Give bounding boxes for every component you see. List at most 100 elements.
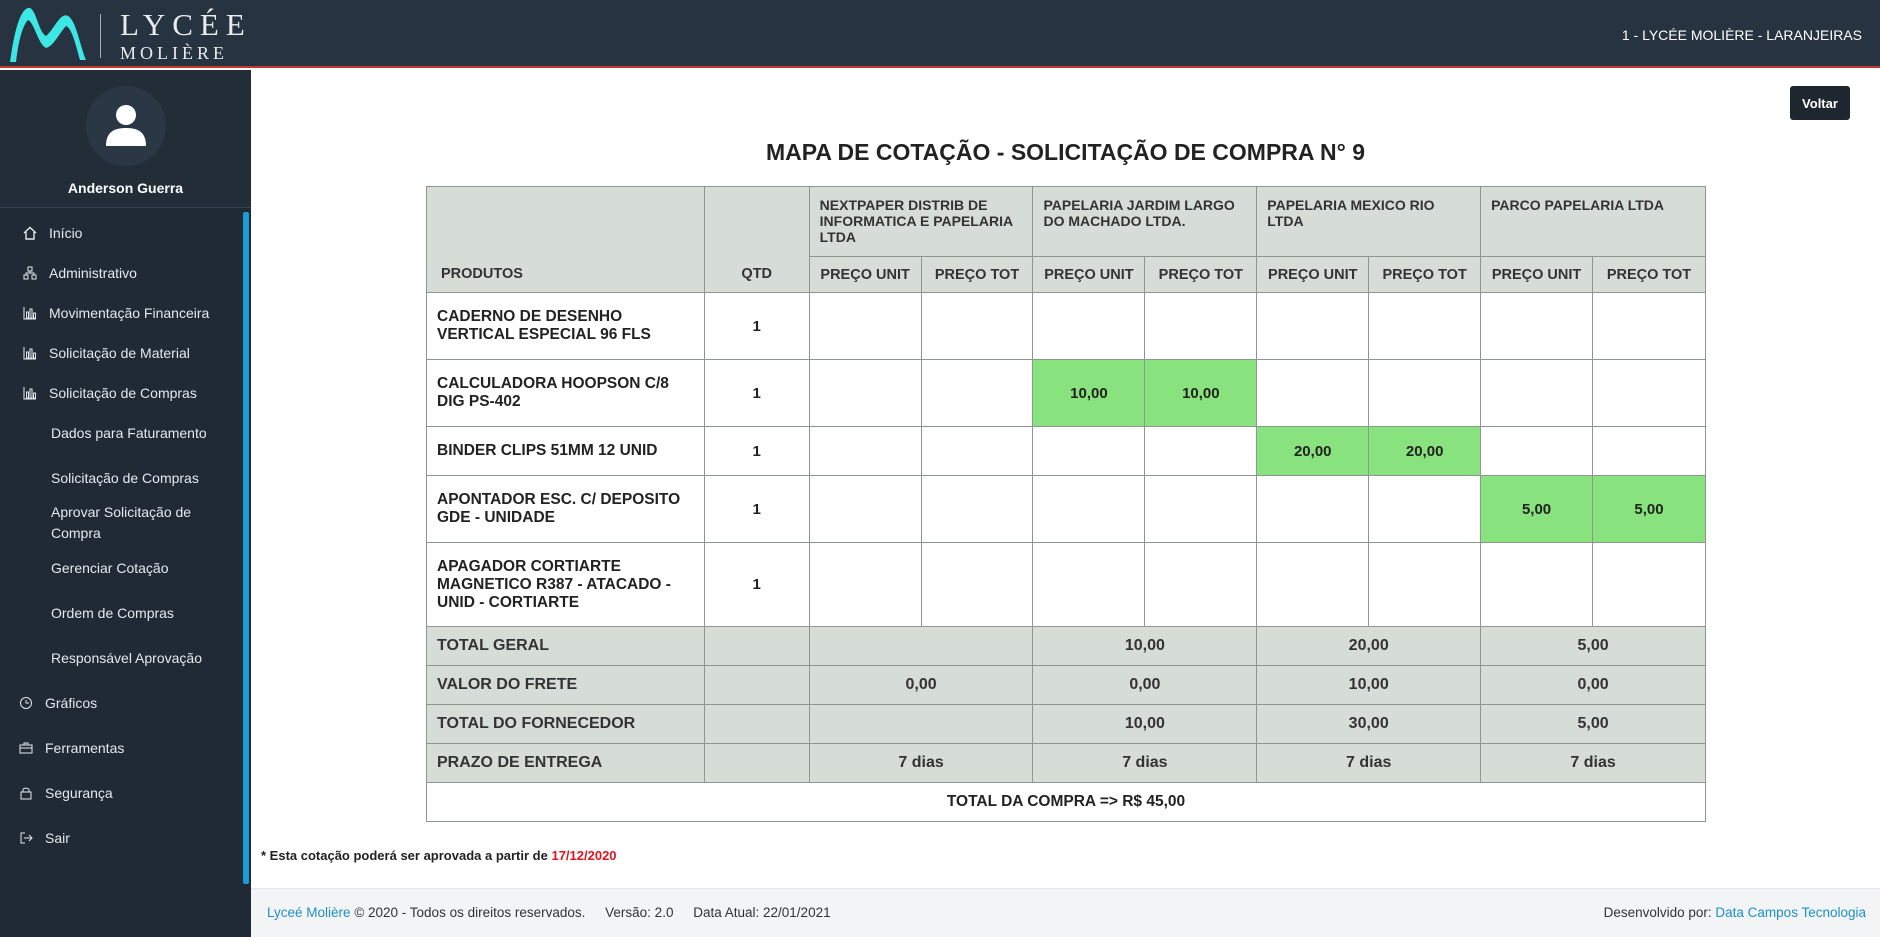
header-preco-tot: PREÇO TOT <box>920 256 1034 293</box>
home-icon <box>20 226 40 240</box>
sidebar-item-inicio[interactable]: Início <box>0 213 240 253</box>
developer-prefix: Desenvolvido por: <box>1603 905 1712 920</box>
price-cell <box>1144 426 1258 476</box>
back-button[interactable]: Voltar <box>1790 86 1850 120</box>
sidebar-item-label: Aprovar Solicitação de Compra <box>51 504 192 541</box>
supplier-header: NEXTPAPER DISTRIB DE INFORMATICA E PAPEL… <box>808 186 1034 257</box>
header-preco-unit: PREÇO UNIT <box>808 256 922 293</box>
summary-value: 7 dias <box>1032 743 1258 783</box>
price-cell <box>1592 359 1706 427</box>
sidebar-scrollbar[interactable] <box>243 212 249 884</box>
sidebar-item-label: Solicitação de Compras <box>49 385 197 401</box>
price-cell <box>1480 359 1594 427</box>
price-cell <box>1032 292 1146 360</box>
sidebar-item-label: Responsável Aprovação <box>51 649 202 666</box>
sign-out-icon <box>16 831 36 845</box>
supplier-header: PAPELARIA MEXICO RIO LTDA <box>1256 186 1482 257</box>
price-cell <box>1144 292 1258 360</box>
product-qty: 1 <box>703 292 810 360</box>
price-cell <box>1480 292 1594 360</box>
product-qty: 1 <box>703 542 810 627</box>
price-cell <box>1368 292 1482 360</box>
product-name: APAGADOR CORTIARTE MAGNETICO R387 - ATAC… <box>426 542 705 627</box>
summary-value: 7 dias <box>1256 743 1482 783</box>
sidebar-subitem-responsavel-aprovacao[interactable]: Responsável Aprovação <box>0 638 240 678</box>
copyright: © 2020 - Todos os direitos reservados. <box>354 905 586 920</box>
sidebar-subitem-dados-faturamento[interactable]: Dados para Faturamento <box>0 413 240 453</box>
header-preco-tot: PREÇO TOT <box>1592 256 1706 293</box>
brand-link[interactable]: Lyceé Molière <box>267 905 351 920</box>
sidebar-item-label: Ordem de Compras <box>51 604 174 621</box>
table-row: CADERNO DE DESENHO VERTICAL ESPECIAL 96 … <box>426 292 1706 360</box>
price-cell <box>920 475 1034 543</box>
price-cell <box>808 426 922 476</box>
sidebar: Anderson Guerra Início Administrativo Mo… <box>0 70 251 937</box>
price-cell <box>1032 475 1146 543</box>
product-qty: 1 <box>703 359 810 427</box>
summary-value: 5,00 <box>1480 704 1706 744</box>
product-name: APONTADOR ESC. C/ DEPOSITO GDE - UNIDADE <box>426 475 705 543</box>
table-row: APONTADOR ESC. C/ DEPOSITO GDE - UNIDADE… <box>426 475 1706 543</box>
sidebar-item-label: Solicitação de Compras <box>51 469 199 486</box>
price-cell <box>1592 426 1706 476</box>
sidebar-item-label: Ferramentas <box>45 740 125 756</box>
top-bar: LYCÉE MOLIÈRE 1 - LYCÉE MOLIÈRE - LARANJ… <box>0 0 1880 68</box>
price-cell <box>920 359 1034 427</box>
price-cell <box>1032 426 1146 476</box>
price-cell <box>1256 542 1370 627</box>
sidebar-item-sair[interactable]: Sair <box>0 818 240 858</box>
price-cell <box>1256 359 1370 427</box>
logo-text: LYCÉE MOLIÈRE <box>120 8 252 64</box>
sidebar-item-administrativo[interactable]: Administrativo <box>0 253 240 293</box>
header-preco-unit: PREÇO UNIT <box>1032 256 1146 293</box>
avatar <box>86 86 166 166</box>
best-price-cell: 10,00 <box>1032 359 1146 427</box>
sidebar-item-graficos[interactable]: Gráficos <box>0 683 240 723</box>
sidebar-subitem-aprovar-solicitacao[interactable]: Aprovar Solicitação de Compra <box>0 498 210 548</box>
briefcase-icon <box>16 741 36 755</box>
summary-value: 0,00 <box>808 665 1034 705</box>
footer-right: Desenvolvido por: Data Campos Tecnologia <box>1604 905 1866 920</box>
summary-value <box>808 704 1034 744</box>
sidebar-subitem-ordem-compras[interactable]: Ordem de Compras <box>0 593 240 633</box>
sidebar-item-movimentacao-financeira[interactable]: Movimentação Financeira <box>0 293 240 333</box>
summary-empty <box>703 704 810 744</box>
sidebar-subitem-gerenciar-cotacao[interactable]: Gerenciar Cotação <box>0 548 240 588</box>
summary-value: 5,00 <box>1480 626 1706 666</box>
user-icon <box>106 105 146 146</box>
school-name: 1 - LYCÉE MOLIÈRE - LARANJEIRAS <box>1621 27 1862 43</box>
sidebar-item-solicitacao-compras[interactable]: Solicitação de Compras <box>0 373 240 413</box>
summary-value: 0,00 <box>1480 665 1706 705</box>
price-cell <box>808 359 922 427</box>
logo-line-2: MOLIÈRE <box>120 43 228 63</box>
school-logo[interactable]: LYCÉE MOLIÈRE <box>4 2 254 64</box>
user-profile: Anderson Guerra <box>0 70 251 208</box>
price-cell <box>1144 475 1258 543</box>
sidebar-item-label: Sair <box>45 830 70 846</box>
table-row: CALCULADORA HOOPSON C/8 DIG PS-402 1 10,… <box>426 359 1706 427</box>
header-qtd: QTD <box>703 186 810 293</box>
grand-total: TOTAL DA COMPRA => R$ 45,00 <box>426 782 1706 822</box>
summary-label: TOTAL DO FORNECEDOR <box>426 704 705 744</box>
sidebar-item-label: Gerenciar Cotação <box>51 559 169 576</box>
summary-empty <box>703 743 810 783</box>
developer-link[interactable]: Data Campos Tecnologia <box>1715 905 1866 920</box>
header-produtos: PRODUTOS <box>426 186 705 293</box>
sidebar-item-seguranca[interactable]: Segurança <box>0 773 240 813</box>
summary-empty <box>703 665 810 705</box>
bar-chart-icon <box>20 306 40 320</box>
summary-row-frete: VALOR DO FRETE 0,00 0,00 10,00 0,00 <box>426 665 1706 705</box>
note-date: 17/12/2020 <box>551 848 617 863</box>
sidebar-item-ferramentas[interactable]: Ferramentas <box>0 728 240 768</box>
table-row: APAGADOR CORTIARTE MAGNETICO R387 - ATAC… <box>426 542 1706 627</box>
sidebar-item-solicitacao-material[interactable]: Solicitação de Material <box>0 333 240 373</box>
sidebar-item-label: Administrativo <box>49 265 137 281</box>
best-price-cell: 20,00 <box>1368 426 1482 476</box>
lock-icon <box>16 786 36 800</box>
product-qty: 1 <box>703 426 810 476</box>
sidebar-subitem-solicitacao-compras[interactable]: Solicitação de Compras <box>0 458 240 498</box>
bar-chart-icon <box>20 346 40 360</box>
history-icon <box>16 696 36 710</box>
price-cell <box>1368 359 1482 427</box>
note-text: * Esta cotação poderá ser aprovada a par… <box>261 848 548 863</box>
